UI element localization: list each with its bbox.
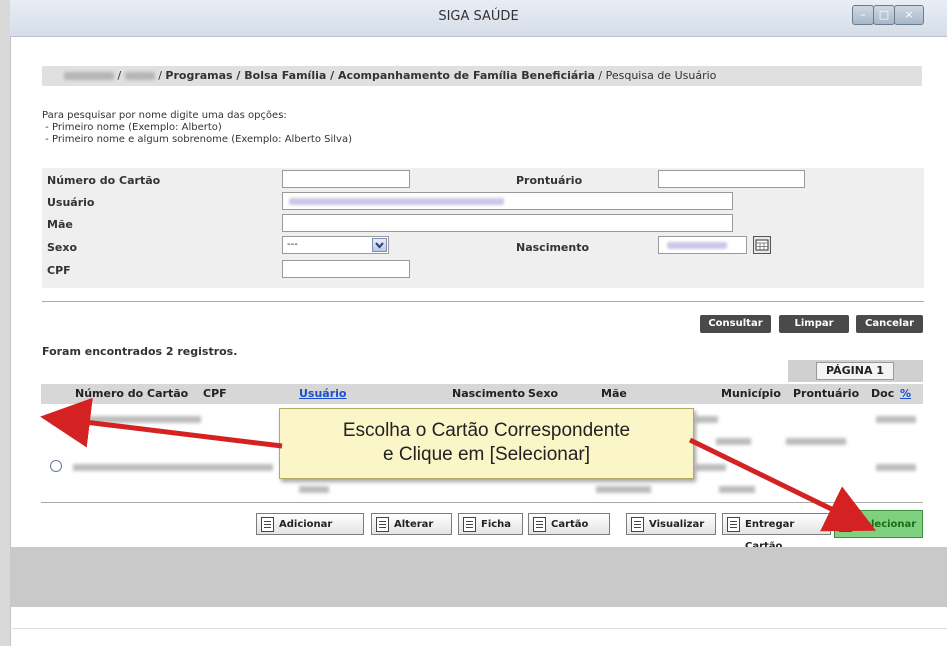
footer-panel [10, 547, 947, 607]
arrow-to-selecionar [688, 437, 876, 532]
arrow-to-radio [40, 397, 283, 449]
divider [10, 628, 947, 629]
